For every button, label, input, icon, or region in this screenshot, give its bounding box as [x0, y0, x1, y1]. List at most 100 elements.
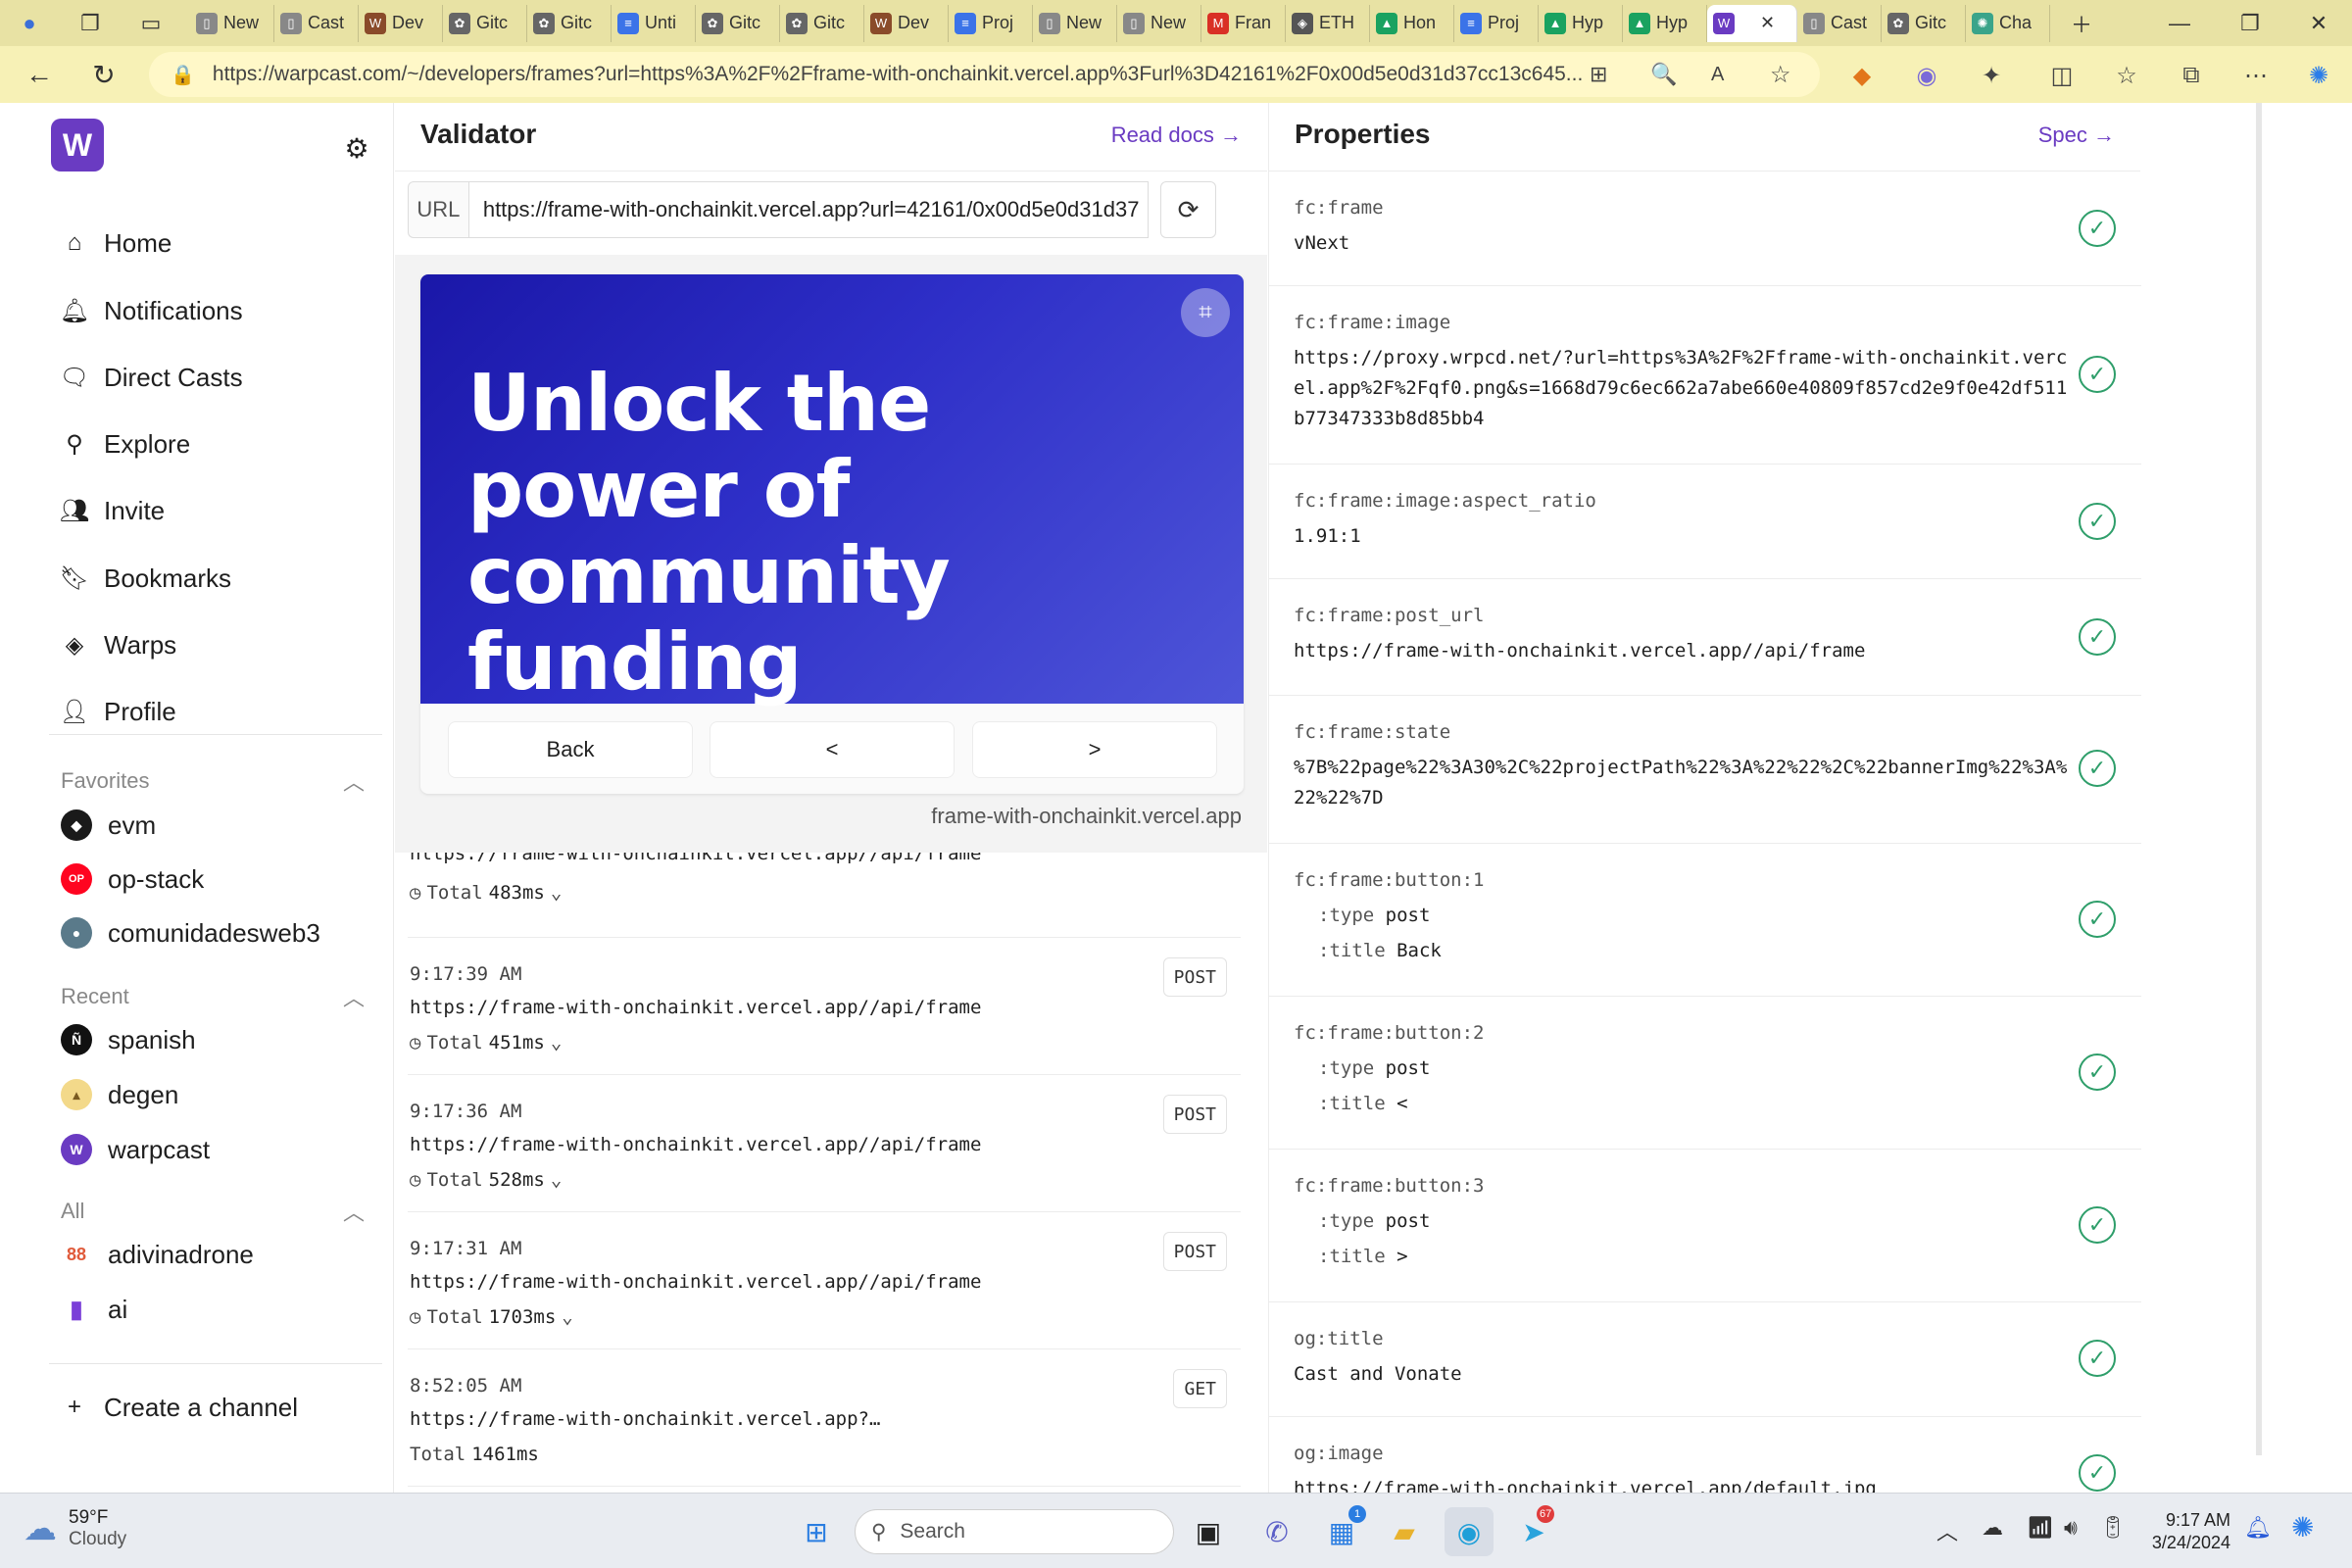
reload-icon[interactable]: ↻ — [80, 51, 127, 98]
browser-tab[interactable]: ≡ Proj — [949, 4, 1033, 42]
browser-tab[interactable]: W Dev — [359, 4, 443, 42]
extension-icon[interactable]: ◉ — [1907, 56, 1946, 95]
recent-header[interactable]: Recent ︿ — [61, 981, 365, 1012]
frame-button-back[interactable]: Back — [448, 721, 693, 778]
chevron-up-icon[interactable]: ︿ — [343, 765, 365, 797]
browser-tab[interactable]: ▲ Hyp — [1539, 4, 1623, 42]
nav-profile[interactable]: 👤︎ Profile — [59, 690, 176, 733]
channel-degen[interactable]: ▴ degen — [61, 1075, 178, 1114]
channel-warpcast[interactable]: Wwarpcast — [61, 1130, 210, 1169]
nav-bookmarks[interactable]: 🔖︎ Bookmarks — [59, 557, 231, 600]
zoom-icon[interactable]: 🔍 — [1650, 62, 1677, 87]
edge-browser-icon[interactable]: ◉ — [1445, 1507, 1494, 1556]
metamask-icon[interactable]: ◆ — [1842, 56, 1882, 95]
browser-tab[interactable]: ≡ Unti — [612, 4, 696, 42]
log-entry[interactable]: 9:17:39 AM POST https://frame-with-oncha… — [408, 938, 1241, 1075]
channel-op-stack[interactable]: OP op-stack — [61, 859, 204, 899]
read-aloud-icon[interactable]: A — [1711, 64, 1724, 86]
nav-invite[interactable]: 👥︎ Invite — [59, 489, 165, 532]
channel-ai[interactable]: ▮ ai — [61, 1290, 127, 1329]
favorites-header[interactable]: Favorites ︿ — [61, 765, 365, 797]
browser-tab[interactable]: M Fran — [1201, 4, 1286, 42]
browser-tab[interactable]: ▲ Hyp — [1623, 4, 1707, 42]
browser-tab[interactable]: ◈ ETH — [1286, 4, 1370, 42]
volume-icon[interactable]: 🔊︎ — [2064, 1515, 2078, 1541]
restore-icon[interactable]: ❐ — [2221, 0, 2279, 46]
browser-tab[interactable]: ✿ Gitc — [443, 4, 527, 42]
nav-warps[interactable]: ◈ Warps — [59, 623, 176, 666]
close-window-icon[interactable]: ✕ — [2289, 0, 2348, 46]
frame-button-next[interactable]: > — [972, 721, 1217, 778]
wifi-icon[interactable]: 📶︎ — [2027, 1515, 2054, 1541]
frame-button-prev[interactable]: < — [710, 721, 955, 778]
browser-tab[interactable]: ✿ Gitc — [1882, 4, 1966, 42]
log-total[interactable]: ◷ Total 451ms ⌄ — [410, 1032, 562, 1054]
spec-link[interactable]: Spec → — [2038, 122, 2115, 148]
app-available-icon[interactable]: ⊞ — [1590, 62, 1607, 87]
teams-icon[interactable]: ✆ — [1252, 1507, 1301, 1556]
back-arrow-icon[interactable]: ← — [16, 51, 63, 98]
nav-home[interactable]: ⌂ Home — [59, 221, 172, 265]
frame-domain[interactable]: frame-with-onchainkit.vercel.app — [931, 804, 1242, 829]
workspaces-icon[interactable]: ❐ — [73, 6, 108, 41]
frame-image[interactable]: Unlock the power of community funding ⌗ — [420, 274, 1244, 706]
page-scrollbar[interactable] — [2256, 103, 2262, 1455]
more-menu-icon[interactable]: ⋯ — [2236, 56, 2276, 95]
browser-tab[interactable]: W Dev — [864, 4, 949, 42]
browser-tab[interactable]: ▯ New — [190, 4, 274, 42]
windows-start-icon[interactable]: ⊞ — [792, 1507, 841, 1556]
tab-actions-icon[interactable]: ▭ — [133, 6, 169, 41]
favorites-icon[interactable]: ☆ — [2107, 56, 2146, 95]
channel-spanish[interactable]: Ñspanish — [61, 1020, 196, 1059]
read-docs-link[interactable]: Read docs → — [1111, 122, 1242, 148]
telegram-icon[interactable]: ➤ 67 — [1509, 1505, 1558, 1556]
chevron-up-icon[interactable]: ︿ — [343, 1196, 365, 1227]
extensions-puzzle-icon[interactable]: ✦ — [1972, 56, 2011, 95]
log-entry[interactable]: 9:17:36 AM POST https://frame-with-oncha… — [408, 1075, 1241, 1212]
screenshot-icon[interactable]: ⌗ — [1181, 288, 1230, 337]
log-total[interactable]: ◷ Total 1703ms ⌄ — [410, 1306, 573, 1328]
clock[interactable]: 9:17 AM 3/24/2024 — [2136, 1509, 2230, 1554]
favorite-star-icon[interactable]: ☆ — [1770, 61, 1791, 89]
profile-avatar-icon[interactable]: ● — [12, 6, 47, 41]
battery-icon[interactable]: 🔋︎ — [2099, 1515, 2127, 1541]
store-icon[interactable]: ▦ 1 — [1317, 1505, 1366, 1556]
address-input[interactable]: 🔒 https://warpcast.com/~/developers/fram… — [149, 52, 1820, 97]
close-tab-icon[interactable]: ✕ — [1760, 13, 1775, 33]
browser-tab[interactable]: ✿ Gitc — [696, 4, 780, 42]
new-tab-icon[interactable]: ＋ — [2064, 6, 2099, 41]
browser-tab[interactable]: ▲ Hon — [1370, 4, 1454, 42]
log-total[interactable]: ◷ Total 528ms ⌄ — [410, 1169, 562, 1191]
browser-tab[interactable]: ▯ Cast — [274, 4, 359, 42]
channel-adivinadrone[interactable]: 88 adivinadrone — [61, 1235, 254, 1274]
log-entry[interactable]: 9:17:31 AM POST https://frame-with-oncha… — [408, 1212, 1241, 1349]
warpcast-logo[interactable]: W — [51, 119, 104, 172]
frame-url-input[interactable]: https://frame-with-onchainkit.vercel.app… — [468, 181, 1150, 238]
nav-notifications[interactable]: 🔔︎ Notifications — [59, 289, 243, 332]
browser-tab[interactable]: ≡ Proj — [1454, 4, 1539, 42]
refresh-icon[interactable]: ⟳ — [1160, 181, 1216, 238]
channel-evm[interactable]: ◆ evm — [61, 806, 156, 845]
copilot-icon[interactable]: ✺ — [2299, 56, 2338, 95]
task-view-icon[interactable]: ▣ — [1184, 1507, 1233, 1556]
log-entry[interactable]: https://frame-with-onchainkit.vercel.app… — [408, 853, 1241, 938]
file-explorer-icon[interactable]: ▰ — [1380, 1507, 1429, 1556]
taskbar-search[interactable]: ⚲ Search — [855, 1509, 1174, 1554]
chevron-up-icon[interactable]: ︿ — [343, 981, 365, 1012]
all-header[interactable]: All ︿ — [61, 1196, 365, 1227]
settings-gear-icon[interactable]: ⚙ — [339, 130, 374, 166]
channel-comunidadesweb3[interactable]: ● comunidadesweb3 — [61, 913, 320, 953]
onedrive-icon[interactable]: ☁ — [1982, 1515, 2003, 1541]
log-entry[interactable]: 8:52:05 AM GET https://frame-with-onchai… — [408, 1349, 1241, 1487]
browser-tab[interactable]: ▯ New — [1117, 4, 1201, 42]
browser-tab[interactable]: ▯ Cast — [1797, 4, 1882, 42]
collections-icon[interactable]: ⧉ — [2172, 56, 2211, 95]
nav-explore[interactable]: ⚲ Explore — [59, 422, 190, 466]
browser-tab[interactable]: ✿ Gitc — [780, 4, 864, 42]
browser-tab[interactable]: ▯ New — [1033, 4, 1117, 42]
nav-direct-casts[interactable]: 🗨 Direct Casts — [59, 356, 243, 399]
notification-bell-icon[interactable]: 🔔︎ — [2244, 1515, 2272, 1541]
browser-tab[interactable]: W ✕ — [1707, 4, 1797, 42]
weather-widget[interactable]: ☁ 59°F Cloudy — [24, 1507, 126, 1550]
minimize-icon[interactable]: — — [2150, 0, 2209, 46]
